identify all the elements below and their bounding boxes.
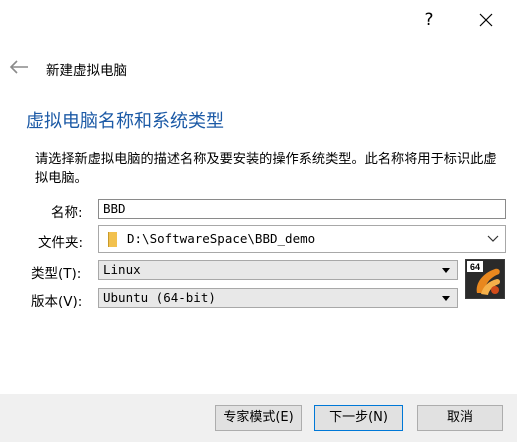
type-label: 类型(T): bbox=[31, 266, 82, 282]
type-value: Linux bbox=[103, 262, 141, 277]
type-select[interactable]: Linux bbox=[98, 260, 458, 280]
os-badge: 64 bbox=[470, 262, 480, 272]
close-icon bbox=[479, 13, 493, 27]
section-heading: 虚拟电脑名称和系统类型 bbox=[26, 111, 224, 132]
version-label: 版本(V): bbox=[31, 294, 83, 310]
folder-label: 文件夹: bbox=[38, 235, 84, 251]
back-button[interactable] bbox=[8, 59, 30, 75]
close-button[interactable] bbox=[470, 6, 502, 34]
ubuntu-64-icon: 64 bbox=[465, 259, 505, 299]
dropdown-arrow-icon bbox=[442, 268, 450, 273]
help-button[interactable]: ? bbox=[414, 6, 444, 34]
folder-combobox[interactable]: D:\SoftwareSpace\BBD_demo bbox=[98, 225, 506, 253]
folder-icon bbox=[108, 232, 117, 247]
expert-mode-button[interactable]: 专家模式(E) bbox=[215, 405, 302, 431]
name-label: 名称: bbox=[51, 205, 83, 221]
next-button[interactable]: 下一步(N) bbox=[314, 405, 403, 431]
folder-value: D:\SoftwareSpace\BBD_demo bbox=[127, 231, 316, 246]
chevron-down-icon[interactable] bbox=[487, 235, 499, 243]
back-arrow-icon bbox=[9, 60, 28, 74]
cancel-button[interactable]: 取消 bbox=[417, 405, 503, 431]
name-input[interactable]: BBD bbox=[98, 199, 506, 219]
wizard-title: 新建虚拟电脑 bbox=[46, 63, 127, 79]
section-description: 请选择新虚拟电脑的描述名称及要安装的操作系统类型。此名称将用于标识此虚拟电脑。 bbox=[35, 152, 497, 186]
dropdown-arrow-icon bbox=[442, 296, 450, 301]
version-select[interactable]: Ubuntu (64-bit) bbox=[98, 288, 458, 308]
title-bar: ? bbox=[0, 0, 517, 40]
version-value: Ubuntu (64-bit) bbox=[103, 290, 216, 305]
